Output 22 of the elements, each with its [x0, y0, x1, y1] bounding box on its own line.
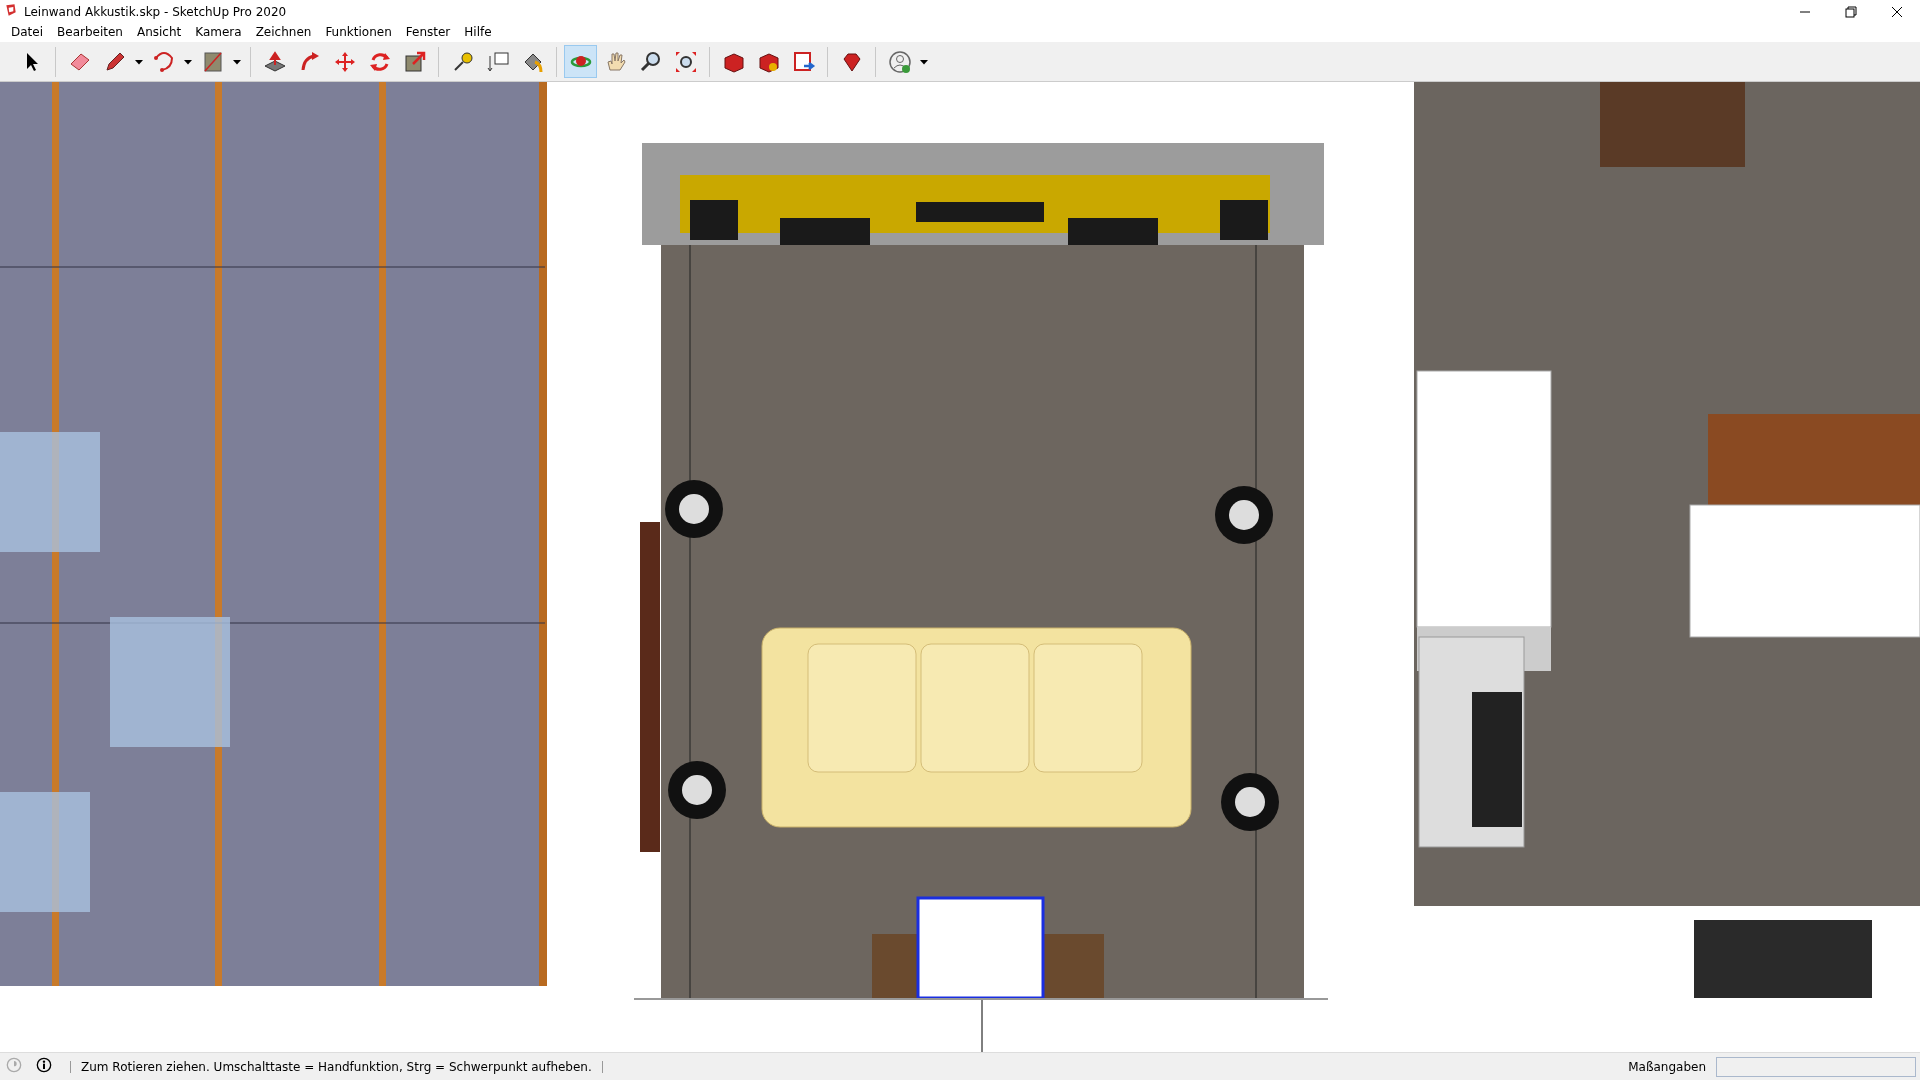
measurements-label: Maßangaben: [1628, 1059, 1706, 1074]
info-icon[interactable]: [36, 1057, 52, 1073]
menu-item[interactable]: Datei: [4, 23, 50, 42]
menu-item[interactable]: Ansicht: [129, 23, 189, 42]
menu-item[interactable]: Bearbeiten: [50, 23, 130, 42]
text-label-icon: [485, 49, 510, 74]
measurements-field[interactable]: [1716, 1056, 1916, 1077]
menu-item[interactable]: Zeichnen: [248, 23, 319, 42]
menu-item[interactable]: Fenster: [398, 23, 458, 42]
user-account-icon: [887, 49, 912, 74]
scale-icon: [402, 49, 427, 74]
menu-item[interactable]: Kamera: [188, 23, 249, 42]
menu-item[interactable]: Funktionen: [318, 23, 399, 42]
magnifier-icon: [638, 49, 663, 74]
app-logo-icon: [4, 3, 18, 17]
arc-icon: [151, 49, 176, 74]
layout-icon: [791, 49, 816, 74]
push-pull-icon: [262, 49, 287, 74]
menu-item[interactable]: Hilfe: [457, 23, 499, 42]
zoom-extents-icon: [673, 49, 698, 74]
status-message: Zum Rotieren ziehen. Umschalttaste = Handfunktion, Strg = Schwerpunkt aufheben.: [81, 1059, 592, 1074]
window-title: Leinwand Akkustik.skp - SketchUp Pro 2020: [24, 4, 287, 19]
